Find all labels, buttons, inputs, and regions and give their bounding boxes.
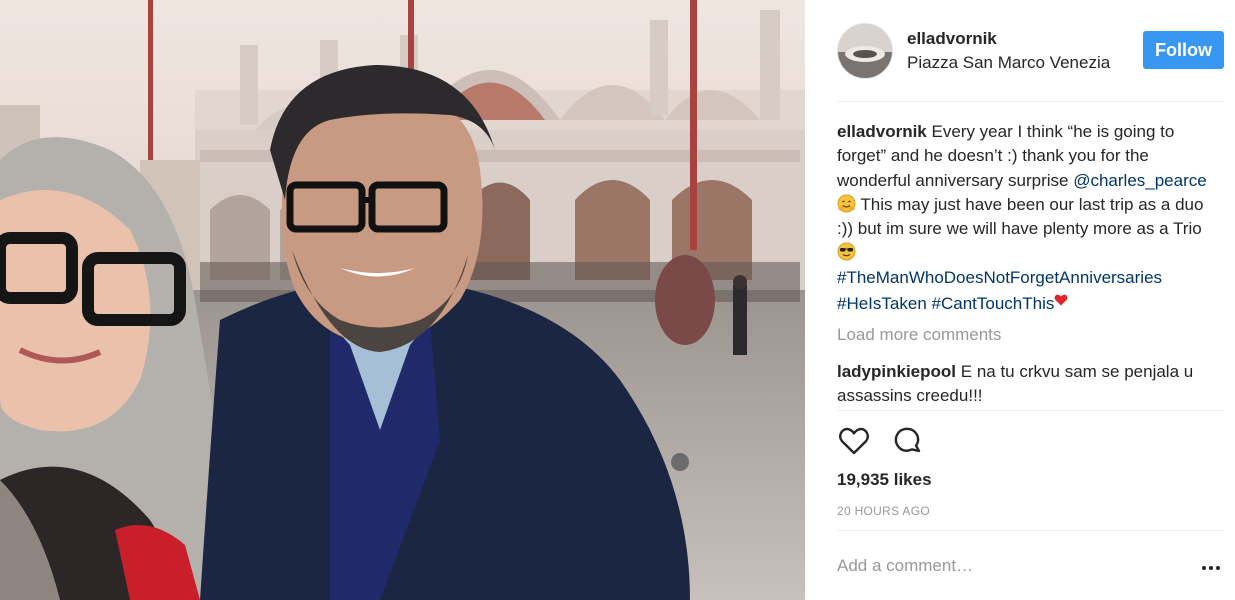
post-header: elladvornik Piazza San Marco Venezia Fol… (805, 0, 1235, 100)
post-photo[interactable] (0, 0, 805, 600)
hugging-face-emoji (837, 194, 856, 213)
more-options-icon[interactable] (1199, 558, 1223, 578)
header-divider (837, 101, 1224, 102)
comments-divider (837, 410, 1224, 411)
mention-link[interactable]: @charles_pearce (1073, 171, 1207, 190)
comment-item: ladypinkiepool E na tu crkvu sam se penj… (837, 360, 1212, 409)
sunglasses-emoji (837, 242, 856, 261)
post-details-panel: elladvornik Piazza San Marco Venezia Fol… (805, 0, 1235, 600)
load-more-comments-button[interactable]: Load more comments (837, 325, 1001, 345)
follow-button[interactable]: Follow (1143, 31, 1224, 69)
add-comment-input[interactable]: Add a comment… (837, 556, 973, 576)
caption-username[interactable]: elladvornik (837, 122, 927, 141)
photo-image (0, 0, 805, 600)
caption-text-2: This may just have been our last trip as… (837, 194, 1204, 239)
hashtag-link[interactable]: #CantTouchThis (932, 294, 1055, 313)
heart-emoji (1054, 290, 1068, 306)
post-location[interactable]: Piazza San Marco Venezia (907, 53, 1119, 73)
heart-icon[interactable] (837, 424, 871, 458)
comment-icon[interactable] (891, 424, 925, 458)
likes-count[interactable]: 19,935 likes (837, 470, 932, 490)
comment-username[interactable]: ladypinkiepool (837, 362, 956, 381)
comment-box-divider (837, 530, 1224, 531)
hashtag-link[interactable]: #TheManWhoDoesNotForgetAnniversaries (837, 268, 1162, 287)
avatar[interactable] (837, 23, 893, 79)
post-username[interactable]: elladvornik (907, 29, 997, 49)
avatar-image (838, 24, 892, 78)
post-timestamp[interactable]: 20 HOURS AGO (837, 504, 930, 518)
hashtag-link[interactable]: #HeIsTaken (837, 294, 927, 313)
caption: elladvornik Every year I think “he is go… (837, 120, 1212, 316)
